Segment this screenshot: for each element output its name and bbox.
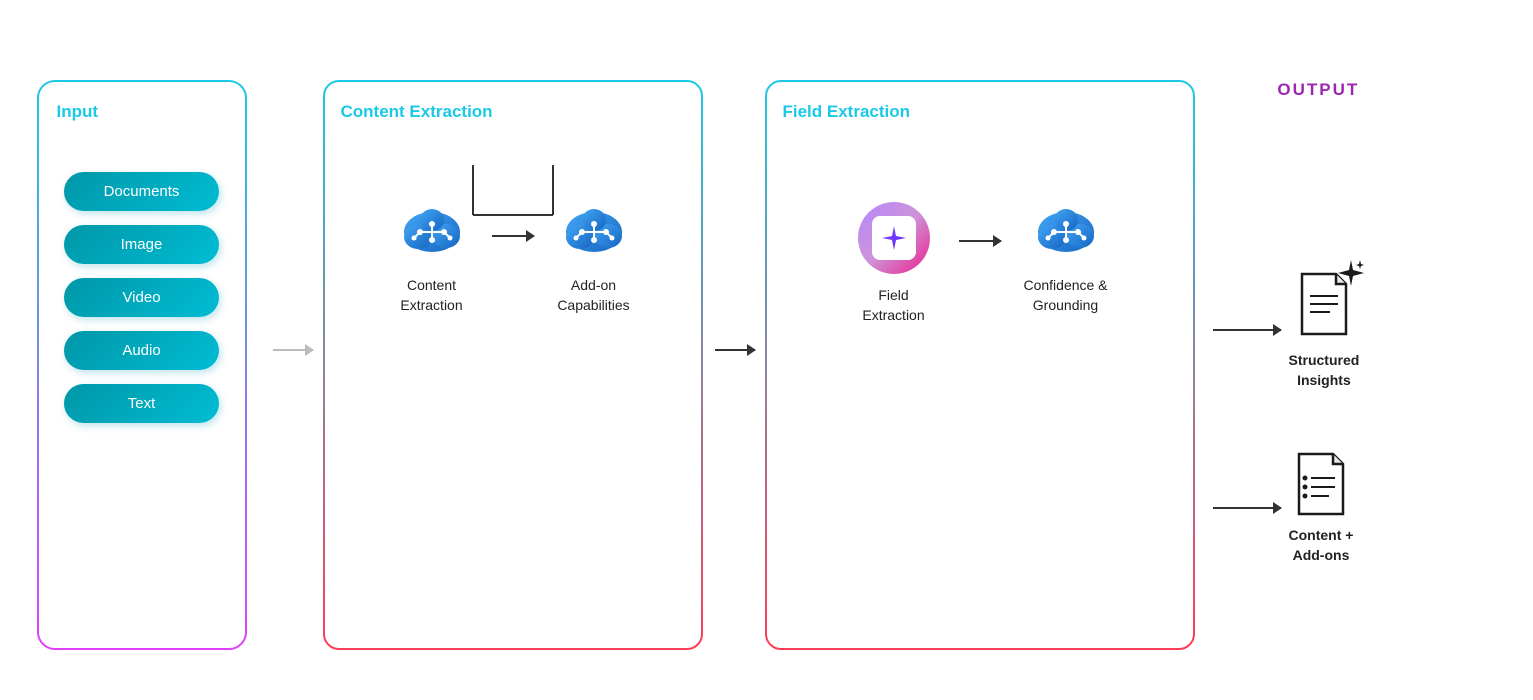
input-item-image: Image <box>64 225 219 264</box>
input-section-label: Input <box>55 102 229 122</box>
arrow-input-to-content <box>273 349 313 351</box>
output-label: OUTPUT <box>1277 80 1359 100</box>
l-connector <box>433 165 593 225</box>
input-item-text: Text <box>64 384 219 423</box>
output-section: OUTPUT <box>1213 80 1360 650</box>
content-extraction-box: Content Extraction <box>323 80 703 650</box>
input-item-video: Video <box>64 278 219 317</box>
field-extraction-box: Field Extraction <box>765 80 1195 650</box>
content-addons-label: Content +Add-ons <box>1289 526 1354 565</box>
field-extraction-label: Field Extraction <box>783 102 1177 122</box>
content-extraction-node-label: ContentExtraction <box>400 276 462 315</box>
structured-insights-label: StructuredInsights <box>1289 351 1360 390</box>
input-item-documents: Documents <box>64 172 219 211</box>
diagram-outer: Input Documents Image Video Audio Text <box>37 50 1497 650</box>
sparkle-icon <box>880 224 908 252</box>
sparkle-overlay-icon <box>1338 260 1364 286</box>
arrow-content-to-field <box>715 349 755 351</box>
content-extraction-label: Content Extraction <box>341 102 685 122</box>
content-addons-item: Content +Add-ons <box>1289 450 1354 565</box>
input-item-audio: Audio <box>64 331 219 370</box>
arrow-fe-to-cg <box>959 240 1001 288</box>
structured-insights-item: StructuredInsights <box>1289 270 1360 390</box>
field-extraction-node-label: FieldExtraction <box>862 286 924 325</box>
input-box: Input Documents Image Video Audio Text <box>37 80 247 650</box>
addon-capabilities-node-label: Add-onCapabilities <box>557 276 629 315</box>
arrow-to-content-addons <box>1213 507 1281 509</box>
field-extraction-node: FieldExtraction <box>829 202 959 325</box>
confidence-grounding-label: Confidence &Grounding <box>1023 276 1107 315</box>
arrow-to-structured <box>1213 329 1281 331</box>
confidence-grounding-node: Confidence &Grounding <box>1001 202 1131 315</box>
arrow-ce-to-addon <box>492 235 534 283</box>
content-addons-icon <box>1291 450 1351 518</box>
cloud-icon-3 <box>1030 202 1102 264</box>
